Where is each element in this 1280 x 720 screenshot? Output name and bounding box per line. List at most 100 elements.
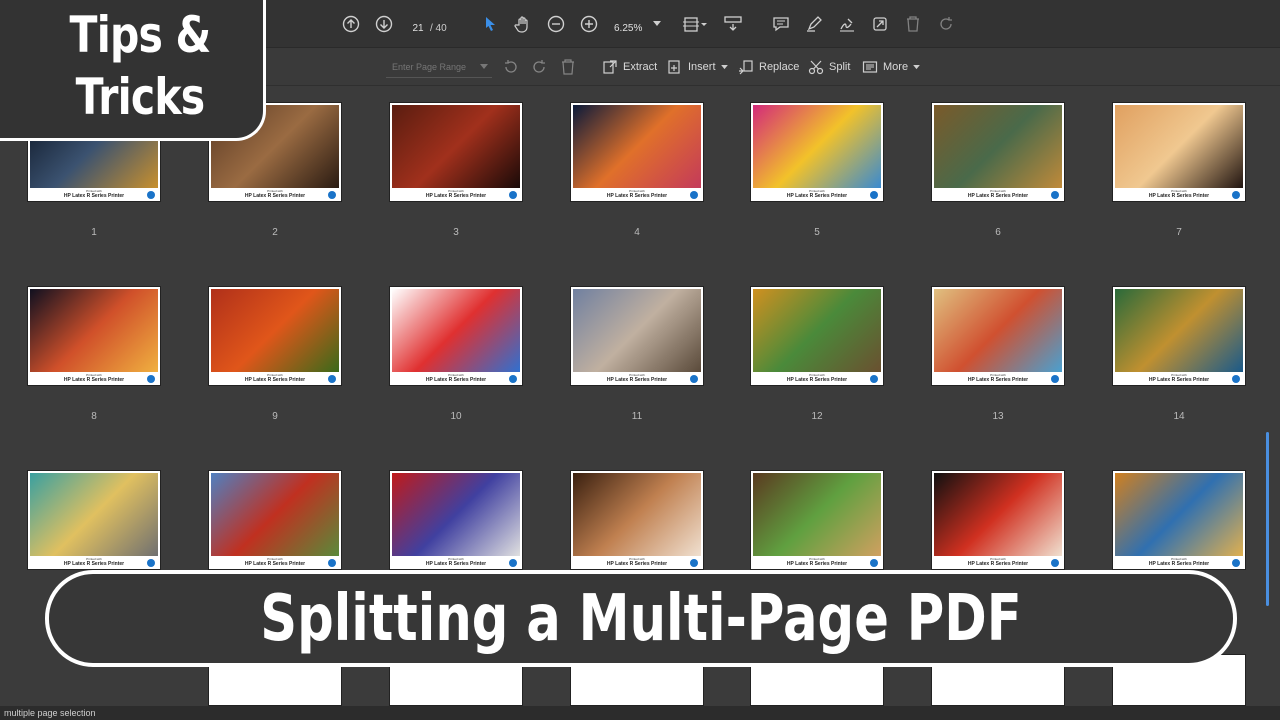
zoom-out-icon[interactable] <box>545 12 567 36</box>
scrollbar-thumb[interactable] <box>1266 432 1269 606</box>
thumbnail-caption: HP Latex R Series Printer <box>606 561 668 567</box>
thumbnail-image <box>211 473 339 556</box>
page-thumbnail[interactable]: Printed with HP Latex R Series Printer <box>750 102 884 202</box>
split-button[interactable]: Split <box>808 58 850 76</box>
hp-logo-icon <box>328 559 336 567</box>
thumbnail-image <box>392 473 520 556</box>
more-button[interactable]: More <box>862 58 920 76</box>
badge-line: Tips & <box>69 6 212 64</box>
hp-logo-icon <box>328 375 336 383</box>
status-bar: multiple page selection <box>0 706 1280 720</box>
more-icon <box>862 61 878 73</box>
chevron-down-icon[interactable] <box>650 12 664 36</box>
hp-logo-icon <box>1232 375 1240 383</box>
title-text: Splitting a Multi-Page PDF <box>260 581 1022 656</box>
thumbnail-caption: HP Latex R Series Printer <box>1148 561 1210 567</box>
hp-logo-icon <box>1051 375 1059 383</box>
scroll-mode-icon[interactable] <box>722 12 744 36</box>
page-thumbnail[interactable]: Printed with HP Latex R Series Printer <box>570 102 704 202</box>
thumbnail-image <box>753 473 881 556</box>
select-cursor-icon[interactable] <box>480 12 500 36</box>
hp-logo-icon <box>1232 559 1240 567</box>
trash-icon[interactable] <box>561 58 575 76</box>
rotate-right-icon[interactable] <box>531 58 547 76</box>
page-thumbnail[interactable]: Printed with HP Latex R Series Printer <box>750 470 884 570</box>
thumbnail-caption: HP Latex R Series Printer <box>63 193 125 199</box>
page-thumbnail[interactable]: Printed with HP Latex R Series Printer <box>208 286 342 386</box>
page-range-input[interactable] <box>386 56 492 78</box>
page-thumbnail[interactable]: Printed with HP Latex R Series Printer <box>750 286 884 386</box>
page-number-label: 10 <box>450 411 462 422</box>
page-thumbnail[interactable]: Printed with HP Latex R Series Printer <box>389 102 523 202</box>
page-thumbnail[interactable]: Printed with HP Latex R Series Printer <box>389 286 523 386</box>
chevron-down-icon <box>720 64 728 69</box>
page-thumbnail[interactable]: Printed with HP Latex R Series Printer <box>389 470 523 570</box>
thumbnail-image <box>30 289 158 372</box>
hp-logo-icon <box>870 375 878 383</box>
insert-button[interactable]: Insert <box>667 58 728 76</box>
page-thumbnail[interactable]: Printed with HP Latex R Series Printer <box>1112 470 1246 570</box>
page-number-label: 1 <box>91 227 97 238</box>
thumbnail-caption: HP Latex R Series Printer <box>244 193 306 199</box>
page-thumbnail[interactable]: Printed with HP Latex R Series Printer <box>931 286 1065 386</box>
insert-icon <box>668 60 680 74</box>
replace-button[interactable]: Replace <box>738 58 799 76</box>
rotate-icon[interactable] <box>935 12 957 36</box>
hand-icon[interactable] <box>512 12 534 36</box>
page-number-label: 7 <box>1176 227 1182 238</box>
thumbnail-caption: HP Latex R Series Printer <box>786 193 848 199</box>
replace-label: Replace <box>759 61 800 73</box>
page-thumbnail[interactable]: Printed with HP Latex R Series Printer <box>931 102 1065 202</box>
page-number-input[interactable]: 21 <box>406 23 430 34</box>
thumbnail-caption: HP Latex R Series Printer <box>967 377 1029 383</box>
thumbnail-image <box>1115 473 1243 556</box>
fit-page-icon[interactable] <box>680 12 710 36</box>
page-thumbnail[interactable]: Printed with HP Latex R Series Printer <box>27 470 161 570</box>
thumbnail-caption: HP Latex R Series Printer <box>1148 377 1210 383</box>
thumbnail-image <box>211 289 339 372</box>
zoom-level[interactable]: 6.25% <box>614 23 642 34</box>
hp-logo-icon <box>690 191 698 199</box>
rotate-left-icon[interactable] <box>503 58 519 76</box>
hp-logo-icon <box>509 191 517 199</box>
page-total: / 40 <box>430 23 447 34</box>
badge-text: Tips & Tricks <box>58 4 222 128</box>
hp-logo-icon <box>1232 191 1240 199</box>
page-thumbnail[interactable]: Printed with HP Latex R Series Printer <box>931 470 1065 570</box>
page-number-label: 9 <box>272 411 278 422</box>
page-thumbnail[interactable]: Printed with HP Latex R Series Printer <box>27 286 161 386</box>
thumbnail-image <box>573 473 701 556</box>
comment-icon[interactable] <box>770 12 792 36</box>
thumbnail-caption: HP Latex R Series Printer <box>63 561 125 567</box>
thumbnail-caption: HP Latex R Series Printer <box>1148 193 1210 199</box>
hp-logo-icon <box>328 191 336 199</box>
chevron-down-icon[interactable] <box>480 58 488 76</box>
page-thumbnail[interactable]: Printed with HP Latex R Series Printer <box>1112 102 1246 202</box>
thumbnail-image <box>30 473 158 556</box>
page-number-label: 13 <box>992 411 1004 422</box>
thumbnail-caption: HP Latex R Series Printer <box>244 561 306 567</box>
hp-logo-icon <box>690 375 698 383</box>
page-thumbnail[interactable]: Printed with HP Latex R Series Printer <box>1112 286 1246 386</box>
insert-label: Insert <box>688 61 716 73</box>
thumbnail-image <box>934 289 1062 372</box>
page-thumbnail[interactable]: Printed with HP Latex R Series Printer <box>570 470 704 570</box>
status-text: multiple page selection <box>4 708 96 718</box>
sign-icon[interactable] <box>836 12 858 36</box>
badge-line: Tricks <box>75 68 206 126</box>
hp-logo-icon <box>147 375 155 383</box>
extract-button[interactable]: Extract <box>602 58 657 76</box>
page-thumbnail[interactable]: Printed with HP Latex R Series Printer <box>570 286 704 386</box>
zoom-in-icon[interactable] <box>578 12 600 36</box>
page-number-label: 4 <box>634 227 640 238</box>
hp-logo-icon <box>147 191 155 199</box>
delete-icon[interactable] <box>902 12 924 36</box>
highlight-icon[interactable] <box>803 12 825 36</box>
page-number-label: 11 <box>631 411 643 422</box>
extract-label: Extract <box>623 61 658 73</box>
arrow-up-icon[interactable] <box>340 12 362 36</box>
share-icon[interactable] <box>869 12 891 36</box>
page-thumbnail[interactable]: Printed with HP Latex R Series Printer <box>208 470 342 570</box>
arrow-down-icon[interactable] <box>373 12 395 36</box>
hp-logo-icon <box>509 375 517 383</box>
